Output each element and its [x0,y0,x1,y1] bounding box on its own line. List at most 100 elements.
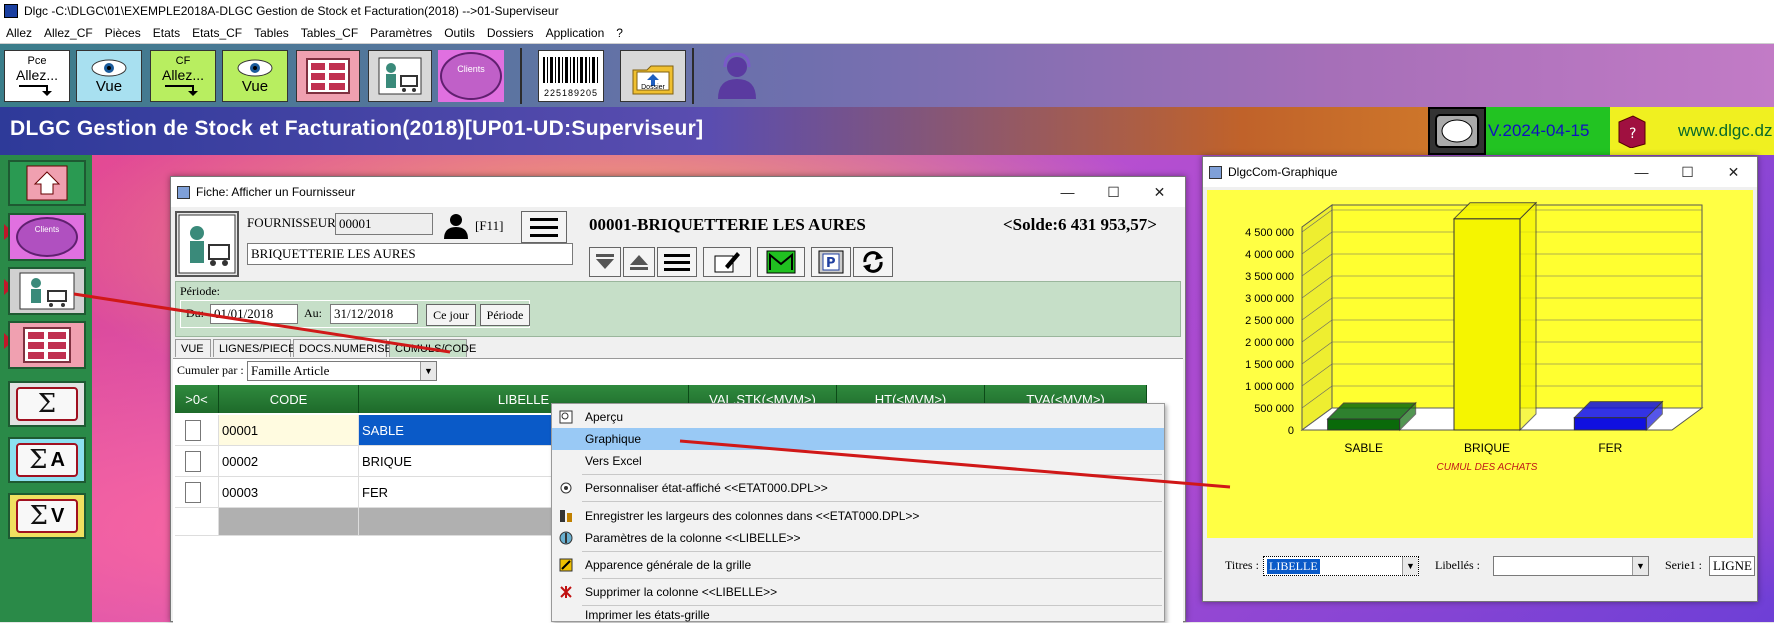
row-checkbox[interactable] [185,482,201,503]
refresh-button[interactable] [853,247,893,277]
menu-item-pi-ces[interactable]: Pièces [99,26,147,40]
menu-item-apparence-grille[interactable]: Apparence générale de la grille [552,554,1164,576]
row-checkbox-cell[interactable] [175,415,219,446]
fournisseur-label: FOURNISSEUR: [247,215,340,230]
maximize-button[interactable]: ☐ [1091,177,1136,207]
menu-item-allez[interactable]: Allez [0,26,38,40]
menu-separator [582,474,1162,475]
next-record-button[interactable] [589,247,621,277]
sidebar-tables-button[interactable] [8,321,86,369]
fournisseur-code-field[interactable]: 00001 [335,213,433,235]
row-code[interactable]: 00002 [219,446,359,477]
list-button[interactable] [657,247,697,277]
minimize-button[interactable]: — [1045,177,1090,207]
sidebar-clients-label: Clients [16,217,78,257]
monitor-button[interactable] [1428,107,1486,155]
libelles-select[interactable]: ▼ [1493,556,1649,576]
chevron-down-icon[interactable]: ▼ [1632,557,1648,575]
allez-label: Allez... [15,67,58,83]
chevron-down-icon[interactable]: ▼ [420,362,436,380]
sidebar-clients-button[interactable]: Clients [8,213,86,261]
row-checkbox[interactable] [185,451,201,472]
close-button[interactable]: ✕ [1137,177,1182,207]
periode-button[interactable]: Période [480,304,530,326]
menu-button[interactable] [521,211,567,243]
menu-item-tables-cf[interactable]: Tables_CF [295,26,364,40]
titres-value: LIBELLE [1267,558,1320,574]
tab-lignes-pieces[interactable]: LIGNES/PIECES [213,339,303,357]
allez-cf-button[interactable]: CF Allez... [150,50,216,102]
allez-pieces-button[interactable]: Pce Allez... [4,50,70,102]
supplier-cart-icon [19,272,75,310]
barcode-number: 225189205 [543,87,599,98]
sidebar-fournisseurs-button[interactable] [8,267,86,315]
print-preview-button[interactable]: P [811,247,851,277]
column-header-code[interactable]: CODE [219,385,359,413]
menu-item-vers-excel[interactable]: Vers Excel [552,450,1164,472]
arrow-down-icon [19,85,52,96]
menu-item-application[interactable]: Application [540,26,611,40]
minimize-button[interactable]: — [1619,157,1664,187]
menu-item--[interactable]: ? [610,26,629,40]
serie1-select[interactable]: LIGNE [1709,556,1755,576]
cumuler-par-select[interactable]: Famille Article ▼ [247,361,437,381]
row-checkbox-cell[interactable] [175,446,219,477]
vue-button[interactable]: Vue [76,50,142,102]
menu-item-allez-cf[interactable]: Allez_CF [38,26,99,40]
row-code[interactable]: 00003 [219,477,359,508]
titres-select[interactable]: LIBELLE ▼ [1263,556,1419,576]
bar-front [1453,218,1521,431]
menu-item-supprimer-colonne[interactable]: Supprimer la colonne <<LIBELLE>> [552,581,1164,603]
vue-cf-button[interactable]: Vue [222,50,288,102]
row-checkbox-cell[interactable] [175,477,219,508]
cumuler-par-label: Cumuler par : [177,363,244,377]
menu-item-dossiers[interactable]: Dossiers [481,26,540,40]
du-date-field[interactable]: 01/01/2018 [210,304,298,324]
ce-jour-button[interactable]: Ce jour [426,304,476,326]
mail-button[interactable] [757,247,805,277]
menu-item-outils[interactable]: Outils [438,26,481,40]
tab-vue[interactable]: VUE [175,339,211,357]
support-button[interactable] [704,50,770,102]
menu-item-parametres-colonne[interactable]: Paramètres de la colonne <<LIBELLE>> [552,527,1164,549]
sidebar-sigma-ventes-button[interactable]: Σ V [8,493,86,539]
tab-docs-numerises[interactable]: DOCS.NUMERISES [293,339,399,357]
support-agent-icon [718,52,756,99]
bar-chart: 0 500 000 1 000 000 1 500 000 2 000 000 2 500… [1245,201,1704,473]
menu-item-etats[interactable]: Etats [147,26,186,40]
menu-item-graphique[interactable]: Graphique [552,428,1164,450]
dossier-button[interactable]: Dossier [620,50,686,102]
sidebar-sigma-button[interactable]: Σ [8,381,86,427]
row-checkbox[interactable] [185,420,201,441]
clients-button[interactable]: Clients [438,50,504,102]
row-code[interactable]: 00001 [219,415,359,446]
column-header-toggle[interactable]: >0< [175,385,219,413]
du-label: Du: [186,306,204,320]
au-date-field[interactable]: 31/12/2018 [330,304,418,324]
chevron-down-icon[interactable]: ▼ [1402,557,1418,575]
barcode-button[interactable]: 225189205 [538,50,604,102]
edit-button[interactable] [703,247,751,277]
menu-item-etats-cf[interactable]: Etats_CF [186,26,248,40]
sigma-frame: Σ [16,387,78,421]
menu-item-personnaliser[interactable]: Personnaliser état-affiché <<ETAT000.DPL… [552,477,1164,499]
fournisseur-header-title: 00001-BRIQUETTERIE LES AURES [589,215,866,234]
tab-cumuls-code[interactable]: CUMULS/CODE [389,339,476,357]
menu-item-apercu[interactable]: Aperçu [552,406,1164,428]
maximize-button[interactable]: ☐ [1665,157,1710,187]
tables-button[interactable] [296,50,360,102]
menu-item-enregistrer-largeurs[interactable]: Enregistrer les largeurs des colonnes da… [552,505,1164,527]
f11-button[interactable]: [F11] [443,211,515,241]
close-button[interactable]: ✕ [1711,157,1756,187]
menu-item-imprimer-etats[interactable]: Imprimer les états-grille [552,608,1164,622]
fournisseur-name-field[interactable]: BRIQUETTERIE LES AURES [247,243,573,265]
previous-record-button[interactable] [623,247,655,277]
fournisseurs-button[interactable] [368,50,432,102]
menu-item-tables[interactable]: Tables [248,26,295,40]
sidebar-sigma-achats-button[interactable]: Σ A [8,437,86,483]
help-book-button[interactable]: ? [1610,107,1652,155]
menu-item-param-tres[interactable]: Paramètres [364,26,438,40]
website-label[interactable]: www.dlgc.dz [1652,107,1774,155]
sigma-icon: Σ [29,445,48,475]
sidebar-home-button[interactable] [8,160,86,206]
